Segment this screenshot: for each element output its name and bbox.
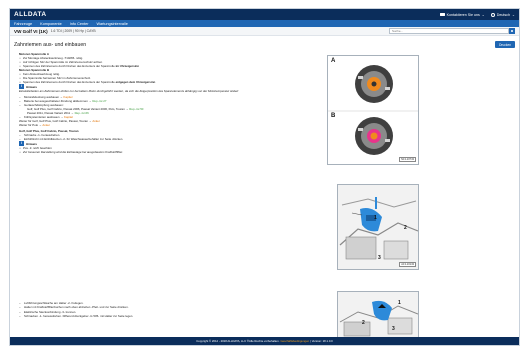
- chapter-link[interactable]: Kapitel: [64, 115, 73, 119]
- pulley-a: [355, 65, 393, 103]
- footer: Copyright © 2012 - 2018 ALLDATA, LLC ®Al…: [10, 337, 519, 345]
- chevron-down-icon: ⌄: [481, 12, 485, 17]
- engine-bay-figure-2[interactable]: 1 2 3: [337, 291, 419, 339]
- language-label: Deutsch: [496, 12, 510, 17]
- globe-icon: [490, 12, 495, 17]
- callout-2: 2: [362, 320, 365, 326]
- version-text: | Version: 18.1.0.0: [310, 339, 333, 343]
- anchor-link[interactable]: Anker: [42, 123, 50, 127]
- figure-label-a: A: [331, 58, 336, 64]
- page-title: Zahnriemen aus- und einbauen: [14, 41, 87, 48]
- content-header: Zahnriemen aus- und einbauen Drucken: [14, 40, 515, 49]
- callout-3: 3: [392, 326, 395, 332]
- engine-bay-drawing: [338, 292, 418, 338]
- search-box: [389, 28, 515, 34]
- contact-button[interactable]: Kontaktieren Sie uns ⌄: [439, 12, 485, 17]
- engine-bay-figure-1[interactable]: 1 2 3 A13-10143: [337, 184, 419, 270]
- main-nav: Fahrzeuge Komponente Info Center Wartung…: [10, 20, 519, 27]
- emphasis: entgegen dem Uhrzeigersinn: [115, 80, 156, 84]
- pulley-b: [355, 117, 393, 155]
- contact-label: Kontaktieren Sie uns: [446, 12, 480, 17]
- emphasis: im Uhrzeigersinn: [115, 64, 140, 68]
- search-button[interactable]: [509, 28, 515, 34]
- search-icon: [510, 29, 514, 33]
- nav-item-info-center[interactable]: Info Center: [70, 22, 89, 26]
- search-input[interactable]: [389, 28, 509, 34]
- procedure-text-lower: Luftführungsschläuche am Halter -2- frei…: [19, 301, 319, 319]
- top-bar-actions: Kontaktieren Sie uns ⌄ Deutsch ⌄: [439, 12, 515, 17]
- step-item: Schrauben -1- herausdrehen. Differenzdru…: [19, 314, 319, 319]
- vehicle-bar: VW Golf VI (1K) 1.6 TDI | 2009 | 90 Hp |…: [10, 27, 519, 36]
- text-span: Spannen des Zahnriemens durch Drehen des…: [23, 64, 115, 68]
- list-item: Spannen des Zahnriemens durch Drehen des…: [19, 80, 319, 84]
- step-item: Einfühltrohr mit Einfüllstutzen -2- für …: [19, 137, 319, 141]
- repair-group-link[interactable]: Rep.-Gr.50: [129, 107, 143, 111]
- mail-icon: [439, 12, 445, 17]
- vehicle-title: VW Golf VI (1K): [14, 28, 48, 34]
- step-item: Geräuschdämpfung ausbauen:: [19, 103, 319, 107]
- procedure-text: Motoren Spannrolle A Zur Montage Absteck…: [19, 52, 319, 154]
- figure-id: N13-10743: [399, 157, 416, 162]
- note-label: Hinweis: [26, 141, 37, 146]
- callout-1: 1: [374, 215, 377, 221]
- language-selector[interactable]: Deutsch ⌄: [490, 12, 515, 17]
- step-text: Kühlsystemleiren ausbauen: [24, 115, 61, 119]
- step-text: Weiter für Polo: [19, 123, 39, 127]
- copyright-text: Copyright © 2012 - 2018 ALLDATA, LLC ®Al…: [196, 339, 280, 343]
- callout-2: 2: [404, 225, 407, 231]
- tensioner-diagram: [328, 65, 418, 155]
- figure-label-b: B: [331, 113, 336, 119]
- tensioner-figure[interactable]: A B N13-10743: [327, 55, 419, 165]
- list-item: Spannen des Zahnriemens durch Drehen des…: [19, 64, 319, 68]
- figure-id: A13-10143: [399, 262, 416, 267]
- vehicle-details: 1.6 TDI | 2009 | 90 Hp | CAYB: [50, 29, 96, 33]
- callout-3: 3: [378, 255, 381, 261]
- nav-item-komponente[interactable]: Komponente: [40, 22, 62, 26]
- print-button[interactable]: Drucken: [495, 41, 515, 48]
- text-span: Spannen des Zahnriemens durch Drehen des…: [23, 80, 115, 84]
- nav-item-fahrzeuge[interactable]: Fahrzeuge: [14, 22, 32, 26]
- terms-link[interactable]: Geschäftsbedingungen: [280, 339, 309, 343]
- callout-1: 1: [398, 300, 401, 306]
- chevron-down-icon: ⌄: [511, 12, 515, 17]
- note-label: Hinweis: [26, 84, 37, 89]
- nav-item-wartungsintervalle[interactable]: Wartungsintervalle: [97, 22, 128, 26]
- top-bar: ALLDATA Kontaktieren Sie uns ⌄ Deutsch ⌄: [10, 9, 519, 20]
- step-item: Kühlsystemleiren ausbauen → Kapitel: [19, 115, 319, 119]
- anchor-link[interactable]: Anker: [92, 119, 100, 123]
- app-window: ALLDATA Kontaktieren Sie uns ⌄ Deutsch ⌄…: [9, 8, 520, 346]
- note-item: Zur besseren Darstellung wird die Einbau…: [19, 150, 319, 154]
- alldata-logo[interactable]: ALLDATA: [14, 11, 47, 18]
